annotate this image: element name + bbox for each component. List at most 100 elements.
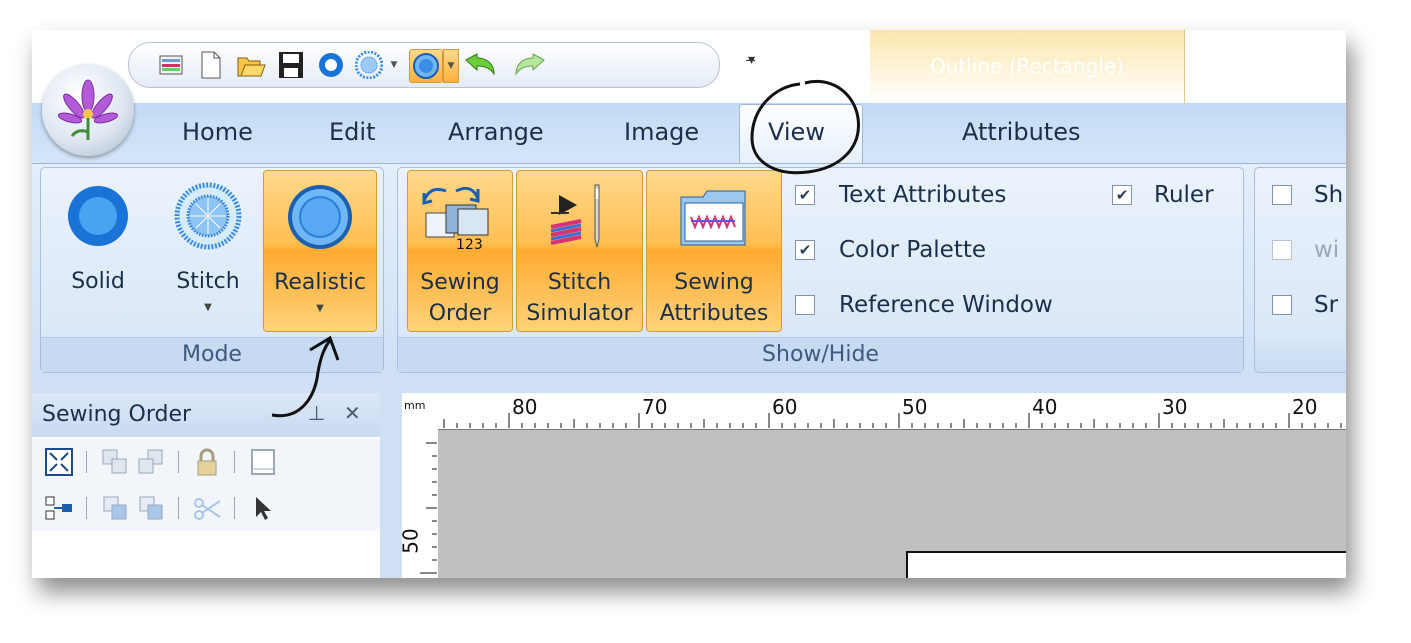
partial-checkbox-1-label: Sh [1314,182,1344,208]
solid-view-icon[interactable] [315,49,347,81]
vertical-ruler-label: 50 [398,528,423,554]
contextual-tab-label: Outline (Rectangle) [930,54,1124,78]
cut-icon[interactable] [192,493,222,523]
sort-icon[interactable] [44,493,74,523]
fit-to-window-icon[interactable] [44,447,74,477]
stitch-label: Stitch [176,269,240,294]
tab-home[interactable]: Home [182,118,253,146]
realistic-view-dropdown-icon[interactable]: ▼ [443,49,459,83]
tab-arrange[interactable]: Arrange [448,118,544,146]
realistic-button[interactable]: Realistic ▼ [263,170,377,332]
sewing-attributes-label-line2: Attributes [659,301,769,326]
partial-checkbox-2-label: wi [1314,237,1340,263]
ruler-label-60: 60 [772,395,798,419]
sewing-order-toolbar-2 [32,485,380,531]
application-orb-button[interactable] [42,64,134,156]
frame-icon[interactable] [248,447,278,477]
tab-attributes[interactable]: Attributes [962,118,1080,146]
lock-icon[interactable] [192,447,222,477]
ruler-label-50: 50 [902,395,928,419]
undo-icon[interactable] [463,49,495,81]
text-attributes-label: Text Attributes [839,182,1007,208]
sewing-attributes-label-line1: Sewing [674,270,754,295]
toolbar-separator [178,451,179,473]
split-icon[interactable] [136,493,166,523]
text-attributes-checkbox[interactable]: ✔ Text Attributes [795,182,1006,208]
checkmark-icon: ✔ [795,240,815,260]
reference-window-label: Reference Window [839,292,1053,318]
toolbar-separator [234,451,235,473]
stitch-view-dropdown-icon[interactable]: ▼ [387,49,401,81]
realistic-view-icon[interactable] [409,49,443,83]
close-icon[interactable]: ✕ [344,401,361,425]
stitch-dropdown-icon[interactable]: ▼ [160,302,256,313]
combine-icon[interactable] [100,493,130,523]
sewing-order-label-line1: Sewing [420,270,500,295]
showhide-group-label: Show/Hide [398,337,1243,372]
ruler-unit: mm [404,399,426,412]
ruler-label: Ruler [1154,182,1214,208]
realistic-dropdown-icon[interactable]: ▼ [264,303,376,314]
stitch-simulator-label-line1: Stitch [547,270,612,295]
toolbar-separator [234,497,235,519]
partial-checkbox-3-label: Sr [1314,292,1339,318]
sewing-attributes-button[interactable]: Sewing Attributes [646,170,782,332]
sewing-order-label-line2: Order [428,301,492,326]
color-palette-checkbox[interactable]: ✔ Color Palette [795,237,986,263]
toolbar-separator [86,451,87,473]
ruler-label-80: 80 [512,395,538,419]
ruler-label-30: 30 [1162,395,1188,419]
sewing-order-button[interactable]: 123 Sewing Order [407,170,513,332]
checkmark-icon: ✔ [1112,185,1132,205]
application-window: Outline (Rectangle) ▼ ▼ ▾̶ Home Edit Arr… [32,30,1346,578]
vertical-ruler-ticks [420,442,437,574]
empty-checkbox-icon [1272,185,1292,205]
solid-button[interactable]: Solid [56,170,140,330]
empty-checkbox-icon [1272,295,1292,315]
mode-group-label: Mode [41,337,383,372]
realistic-icon [288,185,352,249]
realistic-label: Realistic [274,270,366,295]
checkmark-icon: ✔ [795,185,815,205]
empty-checkbox-icon [1272,240,1292,260]
quick-access-toolbar: ▼ ▼ [128,42,720,88]
select-pointer-icon[interactable] [248,493,278,523]
flower-icon [58,79,118,140]
toolbar-separator [86,497,87,519]
solid-icon [68,186,128,246]
sewing-attributes-icon [680,190,746,246]
hoop-area[interactable] [906,551,1346,578]
save-icon[interactable] [275,49,307,81]
toolbar-separator [178,497,179,519]
tab-edit[interactable]: Edit [329,118,375,146]
stitch-simulator-icon [550,184,600,248]
empty-checkbox-icon [795,295,815,315]
partial-checkbox-3[interactable]: Sr [1272,292,1338,318]
ruler-label-40: 40 [1032,395,1058,419]
move-to-back-icon[interactable] [136,447,166,477]
vertical-ruler: 50 [398,429,439,578]
stitch-simulator-label-line2: Simulator [526,301,633,326]
customize-qat-icon[interactable]: ▾̶ [748,52,755,68]
tab-image[interactable]: Image [624,118,699,146]
design-center-icon[interactable] [155,49,187,81]
open-icon[interactable] [235,49,267,81]
stitch-simulator-button[interactable]: Stitch Simulator [516,170,643,332]
ruler-checkbox[interactable]: ✔ Ruler [1112,182,1214,208]
solid-label: Solid [71,269,125,294]
reference-window-checkbox[interactable]: Reference Window [795,292,1053,318]
stitch-view-icon[interactable] [353,49,385,81]
tab-view[interactable]: View [768,118,825,146]
pin-icon[interactable]: ⊥ [308,401,325,425]
ruler-label-20: 20 [1292,395,1318,419]
color-palette-label: Color Palette [839,237,987,263]
partial-checkbox-1[interactable]: Sh [1272,182,1343,208]
sewing-order-toolbar-1 [32,439,380,485]
partial-checkbox-2[interactable]: wi [1272,237,1339,263]
sewing-order-panel-title: Sewing Order [42,402,192,427]
sewing-order-panel-title-bar: Sewing Order ⊥ ✕ [32,393,380,437]
stitch-button[interactable]: Stitch ▼ [160,170,256,330]
move-to-front-icon[interactable] [100,447,130,477]
new-icon[interactable] [195,49,227,81]
redo-icon[interactable] [513,49,545,81]
